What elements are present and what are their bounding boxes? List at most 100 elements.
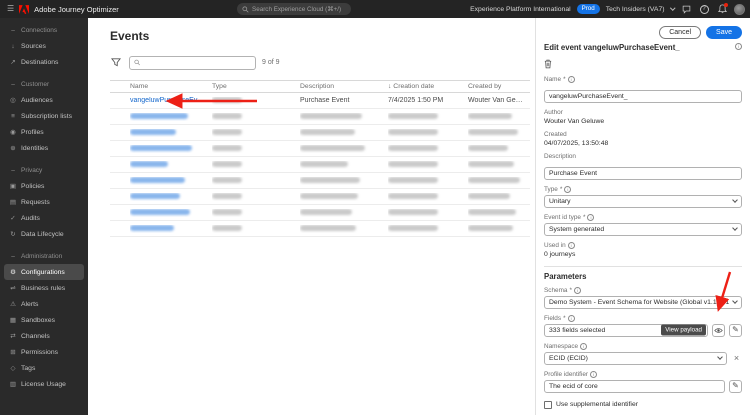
type-label-row: Type * i xyxy=(544,185,742,193)
cell-name xyxy=(130,192,212,201)
sidebar-section-connections: – Connections xyxy=(0,23,88,38)
column-header-creation-date[interactable]: ↓ Creation date xyxy=(388,83,468,90)
name-label-row: Name * i xyxy=(544,75,742,83)
sidebar-item-profiles[interactable]: ◉ Profiles xyxy=(4,124,84,140)
table-row-redacted[interactable] xyxy=(110,205,530,221)
filter-button[interactable] xyxy=(108,55,123,70)
edit-profile-identifier-button[interactable]: ✎ xyxy=(729,379,742,393)
table-row-redacted[interactable] xyxy=(110,141,530,157)
data-lifecycle-icon: ↻ xyxy=(10,231,16,238)
info-icon[interactable]: i xyxy=(564,185,572,193)
sidebar-item-sources[interactable]: ↓ Sources xyxy=(4,38,84,54)
redacted-text xyxy=(212,208,242,215)
column-header-type[interactable]: Type xyxy=(212,83,300,90)
sidebar-section-administration: – Administration xyxy=(0,249,88,264)
events-search xyxy=(129,55,256,70)
column-header-name[interactable]: Name xyxy=(130,83,212,90)
info-icon[interactable]: i xyxy=(580,342,588,350)
page-title: Events xyxy=(110,29,150,43)
supplemental-identifier-checkbox[interactable] xyxy=(544,400,552,409)
cancel-button[interactable]: Cancel xyxy=(659,26,702,39)
sidebar-item-license-usage[interactable]: ▥ License Usage xyxy=(4,376,84,392)
redacted-text xyxy=(130,144,192,151)
column-header-description[interactable]: Description xyxy=(300,83,388,90)
sidebar-item-requests[interactable]: ▤ Requests xyxy=(4,194,84,210)
info-icon[interactable]: i xyxy=(567,241,575,249)
cell-type xyxy=(212,112,300,121)
redacted-text xyxy=(468,208,516,215)
column-header-created-by[interactable]: Created by xyxy=(468,83,530,90)
table-row-redacted[interactable] xyxy=(110,173,530,189)
user-avatar[interactable] xyxy=(734,3,745,15)
menu-icon[interactable]: ☰ xyxy=(7,5,14,13)
sidebar-item-audits[interactable]: ✓ Audits xyxy=(4,210,84,226)
redacted-text xyxy=(468,160,514,167)
table-row-redacted[interactable] xyxy=(110,109,530,125)
info-icon[interactable]: i xyxy=(567,314,575,322)
help-icon: ? xyxy=(699,4,709,14)
info-icon[interactable]: i xyxy=(573,286,581,294)
cell-name[interactable]: vangeluwPurchaseEvent_ xyxy=(130,97,212,104)
sidebar-item-data-lifecycle[interactable]: ↻ Data Lifecycle xyxy=(4,226,84,242)
pencil-icon: ✎ xyxy=(732,381,739,391)
sidebar-item-configurations[interactable]: ⚙ Configurations xyxy=(4,264,84,280)
close-icon: × xyxy=(733,353,740,364)
global-search[interactable]: Search Experience Cloud (⌘+/) xyxy=(237,3,351,15)
notifications-button[interactable] xyxy=(716,3,728,15)
created-value: 04/07/2025, 13:50:48 xyxy=(544,139,609,147)
profile-identifier-field[interactable] xyxy=(544,379,725,393)
sidebar-item-identities[interactable]: ⊕ Identities xyxy=(4,140,84,156)
cell-description xyxy=(300,224,388,233)
event-id-type-select[interactable]: System generated xyxy=(544,222,742,236)
clear-namespace-button[interactable]: × xyxy=(731,353,742,364)
event-name-link[interactable]: vangeluwPurchaseEvent_ xyxy=(130,97,211,104)
sidebar-item-channels[interactable]: ⇄ Channels xyxy=(4,328,84,344)
feedback-button[interactable] xyxy=(680,3,692,15)
eye-icon xyxy=(714,327,723,333)
sidebar-item-sandboxes[interactable]: ▦ Sandboxes xyxy=(4,312,84,328)
redacted-text xyxy=(212,96,242,103)
view-payload-button[interactable] xyxy=(712,323,725,337)
sandbox-switcher[interactable]: Tech Insiders (VA7) xyxy=(606,6,665,13)
table-row-redacted[interactable] xyxy=(110,157,530,173)
table-row-redacted[interactable] xyxy=(110,189,530,205)
namespace-select[interactable]: ECID (ECID) xyxy=(544,351,727,365)
used-in-label-row: Used in i xyxy=(544,241,742,249)
app-window: ☰ Adobe Journey Optimizer Search Experie… xyxy=(0,0,750,415)
redacted-text xyxy=(300,144,365,151)
schema-select[interactable]: Demo System - Event Schema for Website (… xyxy=(544,295,742,309)
search-icon xyxy=(242,5,249,13)
chevron-down-icon xyxy=(669,5,675,11)
type-select[interactable]: Unitary xyxy=(544,194,742,208)
info-icon[interactable]: i xyxy=(567,75,575,83)
events-search-input[interactable] xyxy=(143,59,251,66)
cell-created-by xyxy=(468,160,530,169)
save-button[interactable]: Save xyxy=(706,26,742,39)
info-icon[interactable]: i xyxy=(735,43,742,50)
sidebar-item-subscription-lists[interactable]: ≡ Subscription lists xyxy=(4,108,84,124)
sidebar-item-alerts[interactable]: ⚠ Alerts xyxy=(4,296,84,312)
help-button[interactable]: ? xyxy=(698,3,710,15)
edit-fields-button[interactable]: ✎ xyxy=(729,323,742,337)
table-row[interactable]: vangeluwPurchaseEvent_ Purchase Event 7/4/… xyxy=(110,93,530,109)
cell-type xyxy=(212,176,300,185)
cell-type xyxy=(212,144,300,153)
redacted-text xyxy=(130,176,185,183)
org-name[interactable]: Experience Platform International xyxy=(470,6,571,13)
name-field[interactable] xyxy=(544,89,742,103)
delete-event-button[interactable] xyxy=(544,58,558,70)
info-icon[interactable]: i xyxy=(587,213,595,221)
sidebar-item-tags[interactable]: ◇ Tags xyxy=(4,360,84,376)
sidebar-item-permissions[interactable]: ⊞ Permissions xyxy=(4,344,84,360)
sidebar-item-business-rules[interactable]: ⇌ Business rules xyxy=(4,280,84,296)
table-row-redacted[interactable] xyxy=(110,221,530,237)
sidebar-item-destinations[interactable]: ↗ Destinations xyxy=(4,54,84,70)
sidebar-item-policies[interactable]: ▣ Policies xyxy=(4,178,84,194)
panel-actions: Cancel Save xyxy=(544,26,742,39)
sidebar-item-audiences[interactable]: ◎ Audiences xyxy=(4,92,84,108)
redacted-text xyxy=(130,160,168,167)
description-label: Description xyxy=(544,152,576,160)
info-icon[interactable]: i xyxy=(590,370,598,378)
table-row-redacted[interactable] xyxy=(110,125,530,141)
description-field[interactable] xyxy=(544,166,742,180)
